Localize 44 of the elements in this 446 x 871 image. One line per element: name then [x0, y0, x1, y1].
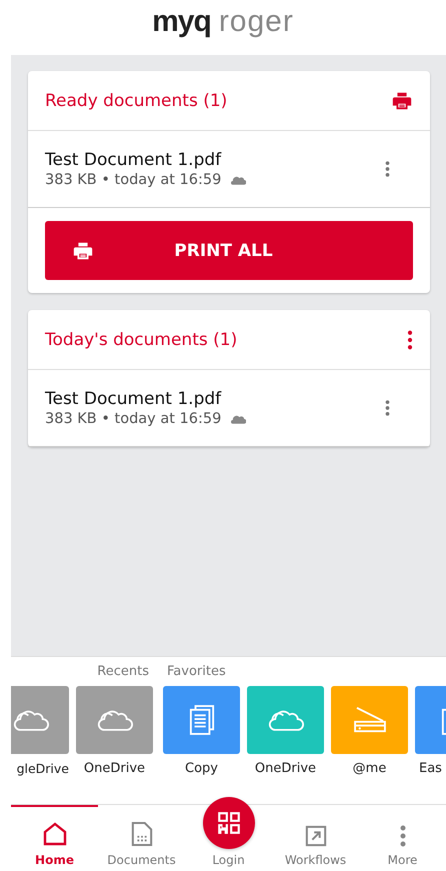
more-icon[interactable]: [385, 160, 390, 178]
app-logo: myq roger: [152, 6, 294, 40]
cloud-icon: [96, 708, 132, 732]
qr-code-icon: [216, 810, 242, 836]
print-all-button[interactable]: PRINT ALL: [45, 221, 413, 280]
cloud-icon: [231, 176, 246, 184]
scanner-icon: [352, 706, 386, 734]
shortcut-tile[interactable]: [163, 686, 240, 754]
nav-tab[interactable]: Login: [185, 789, 272, 871]
shortcut-label: gleDrive: [16, 761, 69, 776]
nav-tab[interactable]: Home: [11, 805, 98, 871]
document-icon: [188, 704, 214, 736]
qr-button[interactable]: [202, 797, 254, 849]
more-icon[interactable]: [385, 399, 390, 417]
section-title: Ready documents (1): [45, 90, 228, 110]
shortcut-label: OneDrive: [254, 761, 318, 776]
cloud-icon: [268, 708, 304, 732]
shortcut-label: Copy: [184, 761, 219, 776]
document-row[interactable]: Test Document 1.pdf 383 KB • today at 16:59: [28, 131, 430, 208]
cloud-icon: [231, 414, 246, 424]
shortcut-tile[interactable]: [76, 686, 153, 754]
home-icon: [42, 821, 68, 847]
shortcut-tile[interactable]: [331, 686, 408, 754]
document-name: Test Document 1.pdf: [45, 389, 222, 409]
shortcut-label: OneDrive: [82, 761, 146, 776]
shortcut-label: @me: [352, 761, 388, 776]
more-icon: [400, 825, 406, 847]
group-label: Recents: [96, 664, 150, 681]
document-meta: 383 KB • today at 16:59: [45, 172, 222, 188]
shortcut-tile[interactable]: [247, 686, 324, 754]
document-name: Test Document 1.pdf: [45, 150, 222, 170]
workflow-icon: [304, 825, 326, 847]
document-meta: 383 KB • today at 16:59: [45, 411, 222, 427]
document-row[interactable]: Test Document 1.pdf 383 KB • today at 16:59: [28, 370, 430, 447]
document-icon: [130, 821, 152, 847]
shortcut-tile[interactable]: [11, 686, 69, 754]
cloud-icon: [12, 708, 48, 732]
nav-tab[interactable]: Documents: [98, 805, 185, 871]
nav-tab[interactable]: More: [359, 805, 446, 871]
shortcut-label: Eas: [418, 761, 442, 776]
nav-tab[interactable]: Workflows: [272, 805, 359, 871]
more-icon[interactable]: [407, 330, 413, 350]
group-label: Favorites: [166, 664, 227, 681]
section-title: Today's documents (1): [45, 330, 238, 350]
